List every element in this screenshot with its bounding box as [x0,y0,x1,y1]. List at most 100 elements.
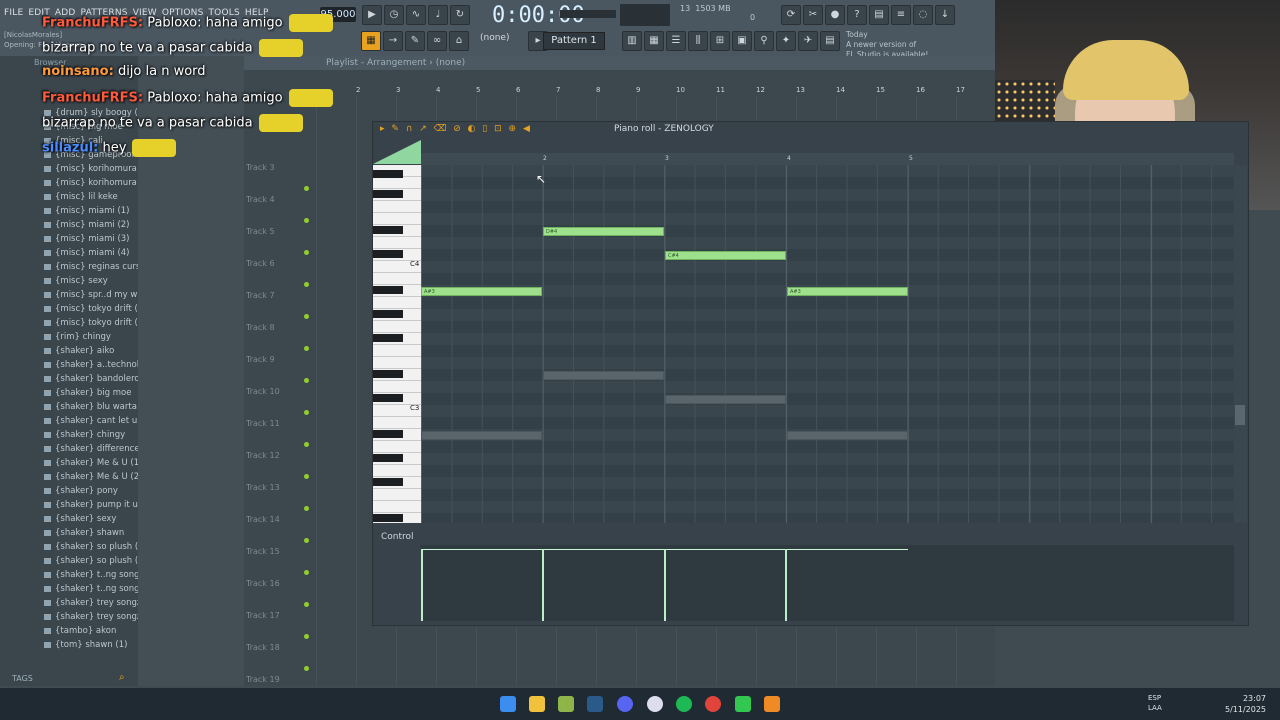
black-key[interactable] [373,226,403,234]
browser-item[interactable]: {shaker} big moe [0,386,138,400]
track-mute-led[interactable] [304,218,309,223]
track-label[interactable]: Track 6 [246,259,306,268]
track-mute-led[interactable] [304,634,309,639]
track-mute-led[interactable] [304,250,309,255]
browser-item[interactable]: {shaker} trey songz (2) [0,610,156,624]
browser-item[interactable]: {shaker} trey songz (1) [0,596,156,610]
browser-item[interactable]: {shaker} t..ng song (1) [0,568,154,582]
language-indicator[interactable]: ESP LAA [1148,693,1162,713]
brush-icon[interactable]: ✦ [776,31,796,51]
playlist-header[interactable]: Playlist - Arrangement › (none) [244,56,995,70]
browser-item[interactable]: {shaker} chingy [0,428,138,442]
kick-icon[interactable] [735,696,751,712]
fl-studio-icon[interactable] [764,696,780,712]
playlist-icon[interactable]: ▥ [622,31,642,51]
refresh-icon[interactable]: ⟳ [781,5,801,25]
track-label[interactable]: Track 4 [246,195,306,204]
file-explorer-icon[interactable] [529,696,545,712]
browser-item[interactable]: {shaker} blu warta [0,400,138,414]
xbox-icon[interactable] [558,696,574,712]
black-key[interactable] [373,334,403,342]
browser-item[interactable]: {shaker} differences [0,442,144,456]
cut-icon[interactable]: ✂ [803,5,823,25]
snap-icon[interactable]: ▦ [361,31,381,51]
browser-item[interactable]: {shaker} sexy [0,512,138,526]
control-label[interactable]: Control [381,532,414,542]
mixer-icon[interactable]: ≡ [891,5,911,25]
velocity-bar[interactable] [542,549,544,621]
track-label[interactable]: Track 9 [246,355,306,364]
track-label[interactable]: Track 3 [246,163,306,172]
tags-label[interactable]: TAGS [12,674,33,683]
black-key[interactable] [373,286,403,294]
pencil-icon[interactable]: ✎ [405,31,425,51]
track-label[interactable]: Track 13 [246,483,306,492]
track-label[interactable]: Track 8 [246,323,306,332]
plugin-icon[interactable]: ▣ [732,31,752,51]
track-label[interactable]: Track 14 [246,515,306,524]
playlist-ruler[interactable]: 2 3 4 5 6 7 8 9 10 11 12 13 14 15 16 17 [316,86,995,96]
pin-icon[interactable]: ⚲ [754,31,774,51]
track-label[interactable]: Track 17 [246,611,306,620]
browser-item[interactable]: {shaker} pump it up [0,498,143,512]
search-icon[interactable]: ⌕ [119,672,125,683]
browser-item[interactable]: {tom} shawn (1) [0,638,138,652]
browser-item[interactable]: {shaker} so plush (2) [0,554,147,568]
loop-icon[interactable]: ↻ [450,5,470,25]
black-key[interactable] [373,190,403,198]
track-label[interactable]: Track 11 [246,419,306,428]
velocity-bar[interactable] [785,549,787,621]
black-key[interactable] [373,430,403,438]
note-a3-first[interactable]: A#3 [421,287,542,296]
browser-item[interactable]: {misc} tokyo drift (2) [0,316,147,330]
browser-item[interactable]: {misc} miami (4) [0,246,138,260]
stamp-icon[interactable]: ⌂ [449,31,469,51]
track-label[interactable]: Track 12 [246,451,306,460]
browser-item[interactable]: {shaker} shawn [0,526,138,540]
track-mute-led[interactable] [304,570,309,575]
black-key[interactable] [373,478,403,486]
mixer-view-icon[interactable]: ⫼ [688,31,708,51]
browser-item[interactable]: {misc} spr..d my wings [0,288,155,302]
browser-item[interactable]: {misc} tokyo drift (1) [0,302,147,316]
save-icon[interactable]: ▤ [869,5,889,25]
track-label[interactable]: Track 10 [246,387,306,396]
steam-icon[interactable] [587,696,603,712]
piano-roll-scrollbar[interactable] [1234,165,1247,523]
browser-item[interactable]: {shaker} pony [0,484,138,498]
track-mute-led[interactable] [304,314,309,319]
track-label[interactable]: Track 19 [246,675,306,684]
black-key[interactable] [373,250,403,258]
browser-item[interactable]: {shaker} Me & U (2) [0,470,142,484]
track-mute-led[interactable] [304,538,309,543]
browser-item[interactable]: {shaker} aiko [0,344,138,358]
chat-icon[interactable]: ◌ [913,5,933,25]
black-key[interactable] [373,170,403,178]
pattern-selector[interactable]: Pattern 1 [543,32,605,50]
track-mute-led[interactable] [304,346,309,351]
velocity-bar[interactable] [664,549,666,621]
browser-item[interactable]: {shaker} so plush (1) [0,540,147,554]
browser-item[interactable]: {rim} chingy [0,330,138,344]
bird-icon[interactable]: ✈ [798,31,818,51]
metronome-icon[interactable]: ◷ [384,5,404,25]
browser-item[interactable]: {shaker} Me & U (1) [0,456,142,470]
piano-roll-icon[interactable]: ▦ [644,31,664,51]
channel-filter[interactable]: (none) [480,33,509,43]
play-mode-icon[interactable]: ▶ [362,5,382,25]
track-mute-led[interactable] [304,378,309,383]
spotify-icon[interactable] [676,696,692,712]
black-key[interactable] [373,394,403,402]
note-c4[interactable]: C#4 [665,251,786,260]
velocity-bar[interactable] [421,549,423,621]
download-icon[interactable]: ↓ [935,5,955,25]
browser-item[interactable]: {misc} korihomura (2) [0,176,152,190]
layout-icon[interactable]: ▤ [820,31,840,51]
piano-roll-tools[interactable]: ▸ ✎ ∩ ↗ ⌫ ⊘ ◐ ▯ ⊡ ⊕ ◀ [380,124,532,134]
browser-icon[interactable]: ⊞ [710,31,730,51]
browser-item[interactable]: {misc} reginas curse [0,260,146,274]
browser-item[interactable]: {misc} korihomura (1) [0,162,152,176]
browser-item[interactable]: {misc} miami (1) [0,204,138,218]
track-mute-led[interactable] [304,666,309,671]
browser-item[interactable]: {misc} miami (2) [0,218,138,232]
